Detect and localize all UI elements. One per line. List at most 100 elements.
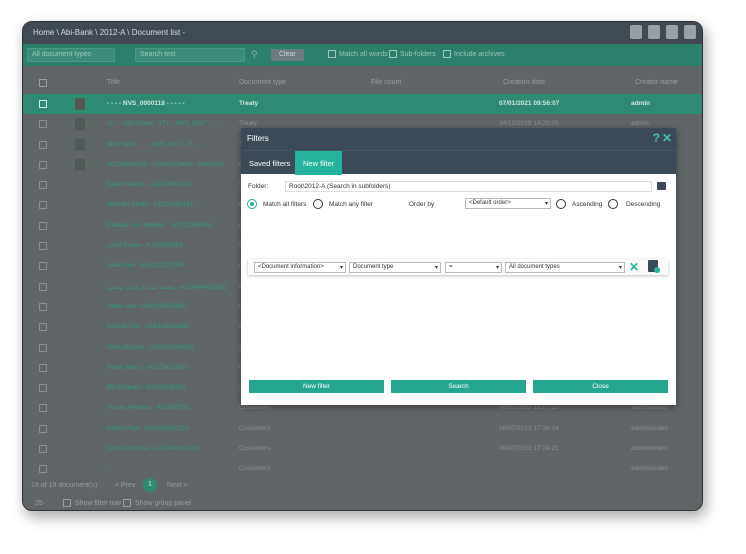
help-icon[interactable]: ? [653,131,660,145]
row-title[interactable]: Sarah Martin - A1125485104 [107,181,190,188]
row-checkbox[interactable] [39,302,47,311]
new-filter-button[interactable]: New filter [249,380,384,393]
search-icon[interactable]: ⚲ [251,49,258,60]
row-checkbox[interactable] [39,100,47,108]
match-all-filters-radio[interactable] [247,199,257,209]
order-by-select[interactable]: <Default order> ▾ [465,198,551,209]
filter-bar: All document types Search text ⚲ Clear M… [23,44,702,66]
row-checkbox[interactable] [39,262,47,271]
row-checkbox[interactable] [39,445,47,454]
show-group-panel-checkbox[interactable] [123,499,131,507]
row-title[interactable]: Susan Pooleno - A57858795 [107,404,190,411]
table-row[interactable]: Sonia Archerai - A12548521516 Customers 06… [23,439,702,459]
row-title[interactable]: - - - - NVS_0000118 - - - - - [107,100,185,107]
row-checkbox[interactable] [39,181,47,190]
match-any-filter-radio[interactable] [313,199,323,209]
scanner-icon[interactable] [666,25,678,39]
chevron-down-icon: ▾ [544,201,548,207]
row-title[interactable]: 32139999332 - Youssef bakdi - Demand [107,161,223,168]
row-title[interactable]: Steve Lee - A00215951560 [107,303,186,310]
row-checkbox[interactable] [39,363,47,372]
row-title[interactable]: Lorie Proud - A100009001 [107,242,183,249]
row-type: Customers [239,404,271,412]
clear-button[interactable]: Clear [271,49,304,61]
row-checkbox[interactable] [39,323,47,332]
row-checkbox[interactable] [39,120,47,129]
descending-radio[interactable] [608,199,618,209]
filter-value-select[interactable]: All document types ▾ [505,262,625,273]
folder-field[interactable]: Root\2012-A (Search in subfolders) [285,181,652,192]
document-icon[interactable] [648,25,660,39]
row-checkbox[interactable] [39,404,47,413]
column-file-count[interactable]: File count [371,79,401,86]
row-title[interactable]: Frank Moss - A0125421500 [107,364,187,371]
row-checkbox[interactable] [39,140,47,149]
breadcrumb[interactable]: Home \ Abi-Bank \ 2012-A \ Document list… [33,28,185,37]
more-icon[interactable] [684,25,696,39]
row-creator: administrator [631,404,669,412]
row-title[interactable]: Gina Murphy - A00215469452 [107,344,194,351]
row-title[interactable]: Rahul Raja - A15452852215 [107,425,189,432]
refresh-icon[interactable] [630,25,642,39]
row-date: 06/07/2013 17:24:21 [499,445,559,453]
page-size-stepper[interactable]: 25 [35,500,43,507]
column-document-type[interactable]: Document type [239,79,286,86]
row-checkbox[interactable] [39,384,47,393]
filter-operator-select[interactable]: = ▾ [445,262,502,273]
row-title[interactable]: Patricia Ann Watkins - A0121545875 [107,222,212,229]
row-date: 07/01/2021 09:56:07 [499,100,560,107]
table-row[interactable]: Rahul Raja - A15452852215 Customers 06/07/… [23,419,702,439]
add-filter-icon[interactable] [648,260,660,273]
tab-saved-filters[interactable]: Saved filters [241,151,298,175]
row-title[interactable]: Sonia Archerai - A12548521516 [107,445,199,452]
row-checkbox[interactable] [39,242,47,251]
toolbar-icons [630,25,696,39]
close-icon[interactable]: ✕ [662,131,672,145]
ascending-radio[interactable] [556,199,566,209]
show-filter-row-checkbox[interactable] [63,499,71,507]
column-title[interactable]: Title [107,79,120,86]
match-all-words-checkbox[interactable]: Match all words [328,50,388,58]
row-title[interactable]: Jane Doe - A16152023744 [107,262,184,269]
row-checkbox[interactable] [39,282,47,291]
row-title[interactable]: Bill Cutbard - A0125465251 [107,384,187,391]
page-number[interactable]: 1 [143,478,157,492]
show-group-panel-label: Show group panel [135,500,192,507]
row-title[interactable]: ... [107,465,112,472]
row-title[interactable]: محمد عبد الرحمن يوسف - A251446415852 [107,283,227,291]
search-button[interactable]: Search [391,380,526,393]
row-checkbox[interactable] [39,201,47,210]
next-page-link[interactable]: Next > [167,482,187,489]
row-type: Customers [239,424,271,432]
filter-property-select[interactable]: Document type ▾ [349,262,441,273]
show-filter-row-label: Show filter row [75,500,121,507]
filter-field-select[interactable]: <Document information> ▾ [254,262,346,273]
document-type-select[interactable]: All document types [27,48,115,62]
row-title[interactable]: Miss Neo - - - - NVS_0017 - 0 - - - [107,141,205,148]
row-checkbox[interactable] [39,160,47,169]
sub-folders-checkbox[interactable]: Sub-folders [389,50,436,58]
row-checkbox[interactable] [39,424,47,433]
row-type: Customers [239,465,271,473]
column-creator-name[interactable]: Creator name [635,79,678,86]
include-archives-checkbox[interactable]: Include archives [443,50,505,58]
row-checkbox[interactable] [39,343,47,352]
table-row[interactable]: - - - - NVS_0000118 - - - - - Treaty 07/01… [23,94,702,115]
include-archives-label: Include archives [454,50,505,58]
column-creation-date[interactable]: Creation date [503,79,545,86]
folder-browse-icon[interactable] [657,182,666,190]
row-title[interactable]: France Doll - A15148421380 [107,323,190,330]
dialog-title: Filters [247,134,269,143]
remove-filter-icon[interactable]: ✕ [629,261,639,273]
chevron-down-icon: ▾ [618,265,622,271]
filter-value-text: All document types [509,264,560,270]
search-input[interactable]: Search text [135,48,245,62]
row-title[interactable]: 11 - - Abu Dhabi - LTL - NVS_0017 - - - … [107,120,223,127]
prev-page-link[interactable]: < Prev [115,482,135,489]
row-title[interactable]: Wonder Smith - A1125488187 [107,201,193,208]
close-button[interactable]: Close [533,380,668,393]
row-checkbox[interactable] [39,221,47,230]
select-all-checkbox[interactable] [39,79,47,87]
row-checkbox[interactable] [39,465,47,474]
tab-new-filter[interactable]: New filter [295,151,343,175]
